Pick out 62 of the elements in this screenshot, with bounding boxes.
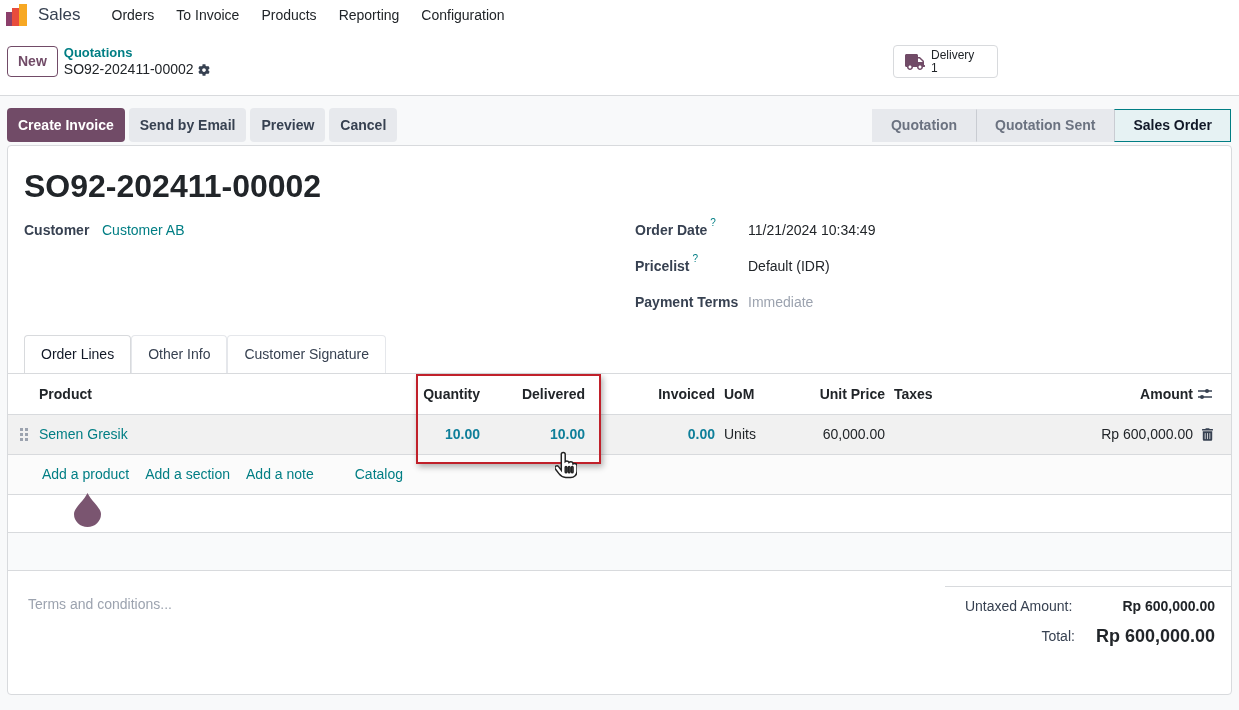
field-label: Order Date: [635, 221, 708, 240]
table-cell: Rp 600,000.00: [1000, 414, 1198, 455]
table-cell: 10.00: [485, 414, 590, 455]
total-label: Untaxed Amount:: [964, 597, 1073, 616]
total-label: Total:: [1041, 627, 1075, 646]
menu-item[interactable]: Reporting: [327, 4, 411, 26]
app-logo-icon[interactable]: [6, 4, 28, 26]
field-value: Default (IDR): [748, 257, 830, 276]
truck-icon: [905, 52, 925, 71]
column-header[interactable]: UoM: [720, 373, 790, 415]
form-tab[interactable]: Customer Signature: [227, 335, 386, 374]
status-step[interactable]: Quotation Sent: [976, 108, 1115, 142]
column-header[interactable]: Unit Price: [790, 373, 890, 415]
menu-item[interactable]: Configuration: [410, 4, 516, 26]
action-button[interactable]: Cancel: [329, 108, 398, 142]
add-line-link[interactable]: Add a section: [145, 464, 230, 485]
settings-icon[interactable]: [197, 63, 210, 76]
menu-item[interactable]: To Invoice: [165, 4, 251, 26]
add-line-link[interactable]: Add a note: [246, 464, 314, 485]
table-cell: Units: [720, 414, 790, 455]
menu-item[interactable]: Orders: [100, 4, 166, 26]
app-name[interactable]: Sales: [38, 2, 81, 28]
add-line-link[interactable]: Add a product: [42, 464, 130, 485]
product-link[interactable]: Semen Gresik: [39, 426, 128, 442]
column-header[interactable]: Invoiced: [590, 373, 720, 415]
total-value: Rp 600,000.00: [1122, 597, 1215, 616]
column-header[interactable]: Taxes: [890, 373, 1000, 415]
drag-handle-icon[interactable]: [20, 428, 29, 441]
field-value: 11/21/2024 10:34:49: [748, 221, 876, 240]
add-line-link[interactable]: Catalog: [354, 464, 403, 485]
menu-item[interactable]: Products: [250, 4, 328, 26]
action-button[interactable]: Preview: [250, 108, 326, 142]
column-header[interactable]: Quantity: [415, 373, 485, 415]
help-tooltip[interactable]: ?: [710, 218, 716, 228]
table-cell: 60,000.00: [790, 414, 890, 455]
customer-link[interactable]: Customer AB: [102, 220, 185, 241]
delivery-smart-button[interactable]: Delivery 1: [893, 45, 998, 78]
column-header[interactable]: Delivered: [485, 373, 590, 415]
status-step[interactable]: Sales Order: [1114, 108, 1231, 142]
column-header[interactable]: Amount: [1000, 373, 1198, 415]
delete-icon[interactable]: [1202, 428, 1213, 441]
action-button[interactable]: Create Invoice: [7, 108, 125, 142]
status-step[interactable]: Quotation: [871, 108, 977, 142]
column-options-icon[interactable]: [1198, 387, 1212, 401]
record-name: SO92-202411-00002: [63, 61, 194, 78]
delivery-count: 1: [931, 61, 938, 75]
field-label: Pricelist: [635, 257, 690, 276]
total-value: Rp 600,000.00: [1095, 625, 1215, 648]
breadcrumb-link[interactable]: Quotations: [63, 44, 210, 61]
help-tooltip[interactable]: ?: [692, 254, 699, 264]
field-label: Payment Terms: [635, 293, 739, 312]
table-cell: 0.00: [590, 414, 720, 455]
field-label: Customer: [24, 221, 91, 240]
form-tab[interactable]: Order Lines: [24, 335, 132, 374]
record-title: SO92-202411-00002: [24, 167, 322, 206]
form-tab[interactable]: Other Info: [131, 335, 228, 374]
column-header[interactable]: Product: [35, 373, 415, 415]
new-button[interactable]: New: [7, 46, 58, 77]
action-button[interactable]: Send by Email: [128, 108, 247, 142]
drop-marker-icon: [74, 493, 101, 527]
delivery-label: Delivery: [931, 48, 975, 62]
table-cell: 10.00: [415, 414, 485, 455]
